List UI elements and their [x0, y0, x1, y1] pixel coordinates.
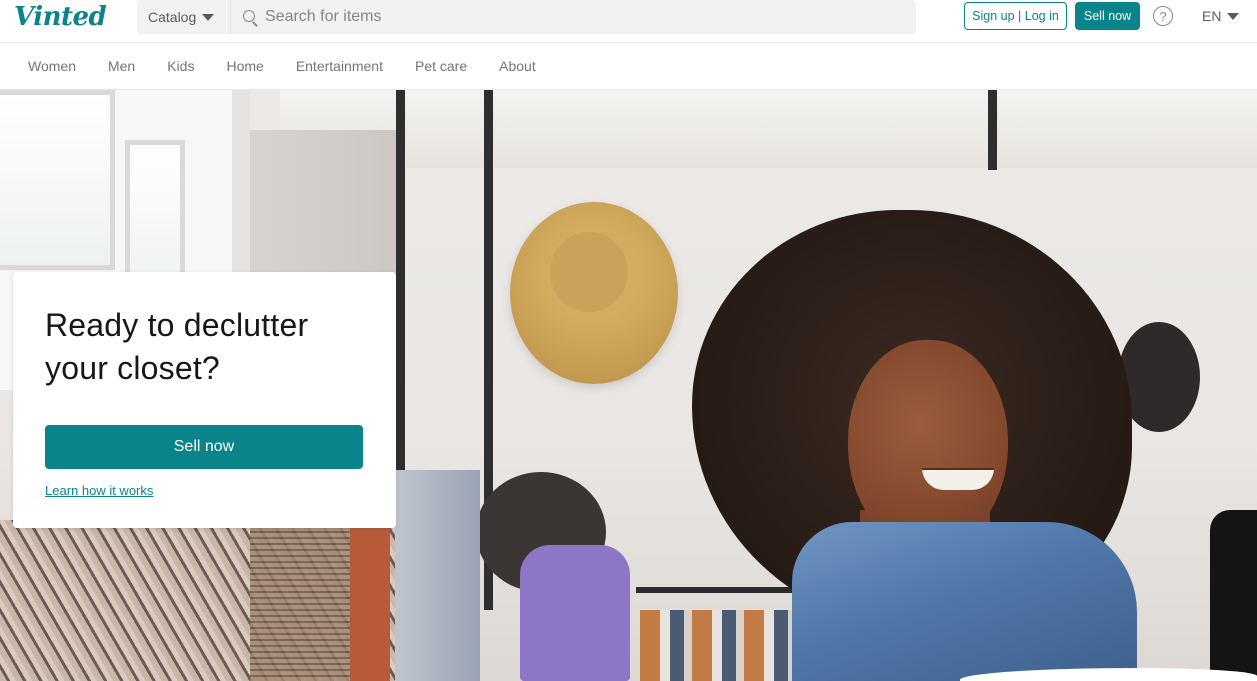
hero-ceiling: [280, 90, 1257, 168]
hero-hanging-clothes: [640, 610, 800, 681]
nav-item-pet-care[interactable]: Pet care: [415, 58, 467, 74]
signup-login-button[interactable]: Sign up | Log in: [964, 2, 1067, 30]
hero-plaid-jacket: [250, 520, 350, 681]
hero-pipe: [988, 90, 997, 170]
category-nav: Women Men Kids Home Entertainment Pet ca…: [0, 43, 1257, 90]
hero-clothes-rail: [636, 587, 806, 593]
hero-promo-card: Ready to declutter your closet? Sell now…: [13, 272, 396, 528]
catalog-dropdown[interactable]: Catalog: [137, 0, 231, 34]
hero-pipe: [396, 90, 405, 510]
hero-denim-jacket: [792, 522, 1137, 681]
search-input[interactable]: [265, 8, 905, 26]
hero-purple-bag: [520, 545, 630, 681]
chevron-down-icon: [202, 14, 215, 21]
hero-person-face: [848, 340, 1008, 550]
hero-title: Ready to declutter your closet?: [45, 307, 309, 386]
vinted-logo[interactable]: Vinted: [14, 2, 107, 32]
sell-now-button[interactable]: Sell now: [45, 425, 363, 469]
nav-item-entertainment[interactable]: Entertainment: [296, 58, 383, 74]
catalog-label: Catalog: [148, 9, 197, 25]
nav-item-men[interactable]: Men: [108, 58, 135, 74]
search-icon: [242, 9, 259, 26]
hero-straw-hat: [510, 202, 678, 384]
sell-now-header-button[interactable]: Sell now: [1075, 2, 1140, 30]
nav-item-women[interactable]: Women: [28, 58, 76, 74]
nav-item-home[interactable]: Home: [226, 58, 263, 74]
learn-how-it-works-link[interactable]: Learn how it works: [45, 483, 153, 498]
hero-grey-jacket: [395, 470, 480, 681]
hero-dark-garment: [1210, 510, 1257, 681]
language-label: EN: [1202, 8, 1222, 24]
chevron-down-icon: [1227, 13, 1240, 20]
help-icon[interactable]: ?: [1153, 6, 1173, 26]
hero-person-smile: [922, 468, 994, 490]
hero-orange-garment: [350, 520, 390, 681]
search-bar[interactable]: [231, 0, 916, 34]
nav-item-kids[interactable]: Kids: [167, 58, 194, 74]
language-selector[interactable]: EN: [1202, 8, 1240, 24]
top-header: Vinted Catalog Sign up | Log in Sell now…: [0, 0, 1257, 43]
nav-item-about[interactable]: About: [499, 58, 536, 74]
